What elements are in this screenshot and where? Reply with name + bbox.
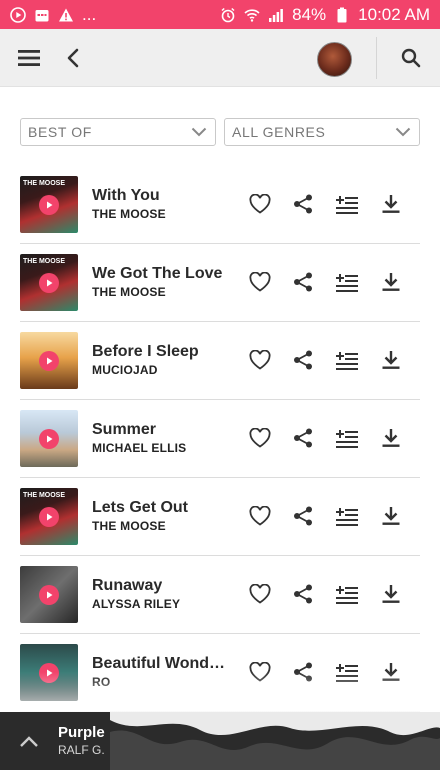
album-art[interactable]: THE MOOSE	[20, 488, 78, 545]
album-art[interactable]: THE MOOSE	[20, 254, 78, 311]
play-icon[interactable]	[39, 585, 59, 605]
status-bar: ... 84% 10:02 AM	[0, 0, 440, 29]
track-list: THE MOOSE With You THE MOOSE THE MOOSE W…	[0, 166, 440, 712]
status-notifications: ...	[10, 5, 96, 25]
add-to-queue-icon[interactable]	[335, 426, 359, 450]
track-title[interactable]: With You	[92, 187, 160, 205]
track-artist[interactable]: THE MOOSE	[92, 519, 166, 533]
track-title[interactable]: Before I Sleep	[92, 343, 199, 361]
track-artist[interactable]: THE MOOSE	[92, 285, 166, 299]
heart-icon[interactable]	[248, 192, 272, 216]
battery-percent: 84%	[292, 4, 327, 24]
wifi-icon	[244, 7, 260, 23]
avatar[interactable]	[317, 42, 352, 77]
add-to-queue-icon[interactable]	[335, 270, 359, 294]
share-icon[interactable]	[291, 348, 315, 372]
play-icon[interactable]	[39, 195, 59, 215]
mini-player[interactable]: Purple RALF G.	[0, 712, 440, 770]
track-row[interactable]: Summer MICHAEL ELLIS	[0, 400, 440, 478]
back-arrow-icon[interactable]	[60, 45, 86, 71]
track-artist[interactable]: MUCIOJAD	[92, 363, 158, 377]
more-notifications: ...	[82, 4, 97, 24]
track-title[interactable]: Summer	[92, 421, 156, 439]
download-icon[interactable]	[379, 348, 403, 372]
add-to-queue-icon[interactable]	[335, 348, 359, 372]
heart-icon[interactable]	[248, 504, 272, 528]
now-playing-title[interactable]: Purple	[58, 724, 105, 741]
heart-icon[interactable]	[248, 582, 272, 606]
clock: 10:02 AM	[358, 4, 430, 24]
album-art[interactable]: THE MOOSE	[20, 176, 78, 233]
play-store-icon	[10, 6, 26, 23]
search-icon[interactable]	[398, 45, 424, 71]
track-row[interactable]: Before I Sleep MUCIOJAD	[0, 322, 440, 400]
genre-filter-dropdown[interactable]: ALL GENRES	[224, 118, 420, 146]
share-icon[interactable]	[291, 504, 315, 528]
alarm-icon	[220, 7, 236, 23]
track-artist[interactable]: ALYSSA RILEY	[92, 597, 180, 611]
download-icon[interactable]	[379, 270, 403, 294]
chevron-down-icon	[395, 124, 411, 140]
track-title[interactable]: Lets Get Out	[92, 499, 188, 517]
track-row[interactable]: THE MOOSE We Got The Love THE MOOSE	[0, 244, 440, 322]
now-playing-artist[interactable]: RALF G.	[58, 743, 105, 757]
share-icon[interactable]	[291, 582, 315, 606]
app-bar	[0, 29, 440, 87]
heart-icon[interactable]	[248, 348, 272, 372]
share-icon[interactable]	[291, 192, 315, 216]
album-art[interactable]	[20, 566, 78, 623]
calendar-icon	[34, 7, 50, 23]
app-bar-divider	[376, 37, 377, 79]
play-icon[interactable]	[39, 351, 59, 371]
album-art[interactable]	[20, 332, 78, 389]
menu-icon[interactable]	[16, 45, 42, 71]
add-to-queue-icon[interactable]	[335, 192, 359, 216]
warning-icon	[58, 7, 74, 23]
play-icon[interactable]	[39, 429, 59, 449]
track-artist[interactable]: THE MOOSE	[92, 207, 166, 221]
genre-filter-value: ALL GENRES	[232, 124, 326, 140]
download-icon[interactable]	[379, 192, 403, 216]
album-art[interactable]	[20, 644, 78, 701]
signal-icon	[268, 7, 284, 23]
share-icon[interactable]	[291, 426, 315, 450]
heart-icon[interactable]	[248, 660, 272, 684]
heart-icon[interactable]	[248, 426, 272, 450]
album-art-label: THE MOOSE	[23, 180, 66, 187]
download-icon[interactable]	[379, 426, 403, 450]
album-art-label: THE MOOSE	[23, 258, 66, 265]
track-title[interactable]: We Got The Love	[92, 265, 222, 283]
track-title[interactable]: Beautiful Wonde...	[92, 655, 227, 673]
track-row[interactable]: Beautiful Wonde... RO	[0, 634, 440, 712]
track-row[interactable]: Runaway ALYSSA RILEY	[0, 556, 440, 634]
track-row[interactable]: THE MOOSE Lets Get Out THE MOOSE	[0, 478, 440, 556]
track-title[interactable]: Runaway	[92, 577, 162, 595]
album-art[interactable]	[20, 410, 78, 467]
play-icon[interactable]	[39, 507, 59, 527]
share-icon[interactable]	[291, 270, 315, 294]
chart-filter-dropdown[interactable]: BEST OF	[20, 118, 216, 146]
download-icon[interactable]	[379, 660, 403, 684]
battery-icon	[334, 7, 350, 23]
track-row[interactable]: THE MOOSE With You THE MOOSE	[0, 166, 440, 244]
filter-bar: BEST OF ALL GENRES	[20, 118, 420, 146]
heart-icon[interactable]	[248, 270, 272, 294]
status-system: 84% 10:02 AM	[220, 5, 430, 25]
album-art-label: THE MOOSE	[23, 492, 66, 499]
add-to-queue-icon[interactable]	[335, 504, 359, 528]
download-icon[interactable]	[379, 504, 403, 528]
track-artist[interactable]: RO	[92, 675, 110, 689]
play-icon[interactable]	[39, 663, 59, 683]
chart-filter-value: BEST OF	[28, 124, 92, 140]
play-icon[interactable]	[39, 273, 59, 293]
add-to-queue-icon[interactable]	[335, 582, 359, 606]
chevron-down-icon	[191, 124, 207, 140]
add-to-queue-icon[interactable]	[335, 660, 359, 684]
download-icon[interactable]	[379, 582, 403, 606]
waveform-visual	[110, 712, 440, 770]
track-artist[interactable]: MICHAEL ELLIS	[92, 441, 186, 455]
share-icon[interactable]	[291, 660, 315, 684]
chevron-up-icon[interactable]	[18, 731, 40, 753]
